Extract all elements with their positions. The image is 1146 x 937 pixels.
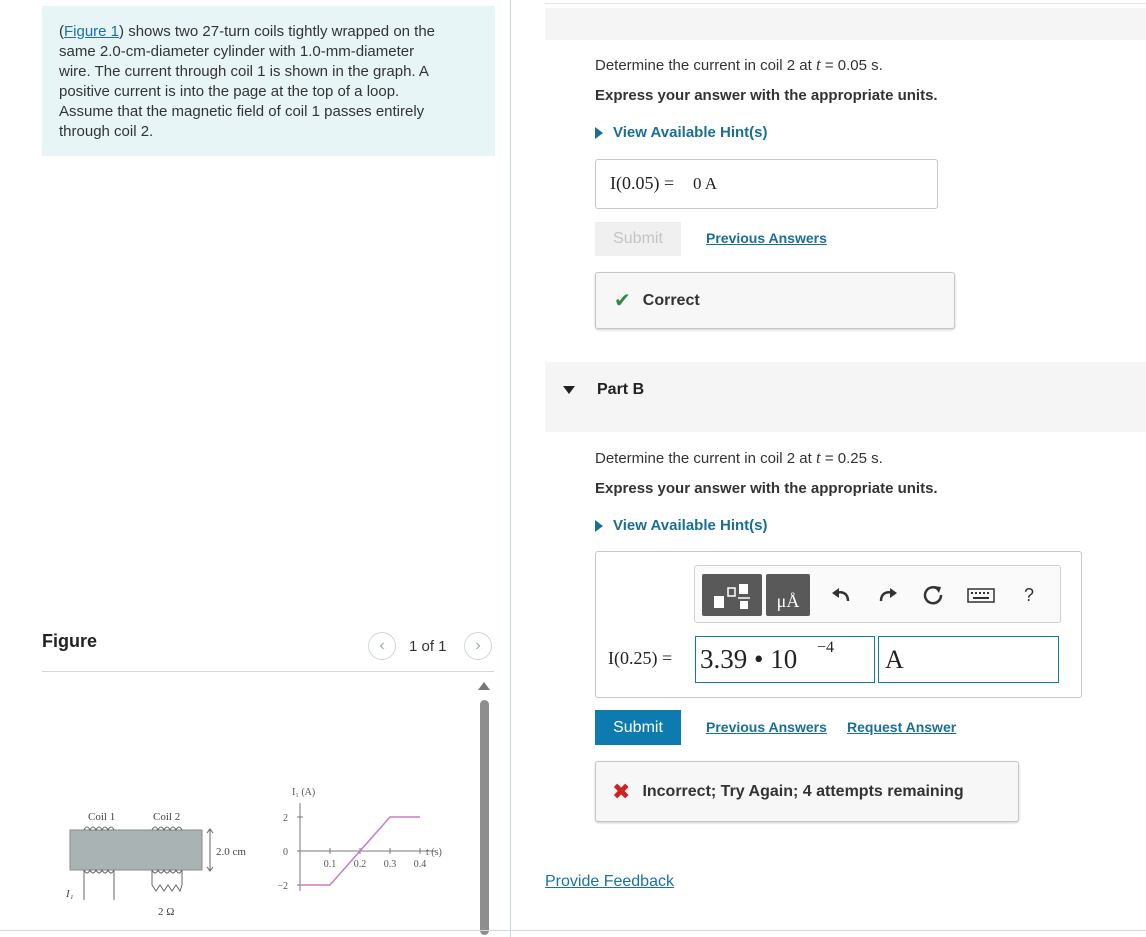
x-tick-label: 0.4 bbox=[414, 859, 427, 870]
pane-divider[interactable] bbox=[510, 0, 511, 937]
part-a-answer-value: 0 A bbox=[693, 174, 718, 193]
problem-line-6: through coil 2. bbox=[59, 123, 154, 140]
part-b-feedback: ✖ Incorrect; Try Again; 4 attempts remai… bbox=[595, 761, 1019, 822]
y-tick-label: −2 bbox=[277, 881, 288, 892]
part-b-hint-link[interactable]: View Available Hint(s) bbox=[595, 517, 768, 534]
resistor-icon bbox=[151, 884, 183, 893]
redo-icon bbox=[879, 588, 897, 602]
graph-xlabel: t (s) bbox=[426, 847, 442, 858]
part-a-feedback-text: Correct bbox=[642, 291, 700, 309]
units-icon: μÅ bbox=[776, 591, 800, 611]
problem-line-5: Assume that the magnetic field of coil 1… bbox=[59, 103, 425, 120]
figure-counter: 1 of 1 bbox=[409, 638, 447, 655]
part-b-value-input[interactable]: 3.39 • 10 −4 bbox=[695, 636, 875, 683]
problem-line-1: ) shows two 27-turn coils tightly wrappe… bbox=[119, 23, 436, 40]
part-a-answer-lhs: I(0.05) = bbox=[610, 173, 675, 193]
part-a-feedback: ✔ Correct bbox=[595, 272, 955, 329]
keyboard-button[interactable] bbox=[965, 579, 997, 611]
scroll-up-arrow-icon[interactable] bbox=[478, 682, 490, 690]
part-b-title: Part B bbox=[597, 381, 645, 398]
part-b-instruction: Express your answer with the appropriate… bbox=[595, 480, 938, 497]
part-b-header[interactable]: Part B bbox=[545, 362, 1146, 432]
request-answer-link[interactable]: Request Answer bbox=[847, 719, 956, 735]
figure-link[interactable]: Figure 1 bbox=[64, 23, 119, 40]
y-tick-label: 2 bbox=[283, 813, 288, 824]
figure-scrollbar[interactable] bbox=[480, 700, 489, 935]
resistor-label: 2 Ω bbox=[158, 906, 174, 918]
templates-icon bbox=[714, 584, 750, 609]
figure-divider bbox=[42, 671, 494, 672]
provide-feedback-link[interactable]: Provide Feedback bbox=[545, 873, 674, 891]
part-b-unit-input[interactable]: A bbox=[878, 636, 1059, 683]
chevron-left-icon: ‹ bbox=[379, 637, 385, 654]
coil2-label: Coil 2 bbox=[153, 811, 180, 823]
coil-figure: Coil 1 Coil 2 2.0 cm 2 Ω I₁ I₁ (A) t (s)… bbox=[65, 787, 442, 918]
help-icon: ? bbox=[1023, 584, 1034, 605]
left-pane: (Figure 1) shows two 27-turn coils tight… bbox=[0, 0, 510, 937]
part-a-submit-button[interactable]: Submit bbox=[595, 222, 681, 256]
top-divider bbox=[545, 3, 1146, 4]
caret-right-icon bbox=[595, 126, 603, 139]
x-tick-label: 0.3 bbox=[384, 859, 397, 870]
templates-button[interactable] bbox=[702, 574, 762, 616]
cylinder bbox=[69, 829, 203, 871]
part-b-answer-lhs: I(0.25) = bbox=[608, 648, 673, 668]
undo-icon bbox=[832, 588, 850, 602]
help-button[interactable]: ? bbox=[1013, 579, 1045, 611]
problem-line-3: wire. The current through coil 1 is show… bbox=[59, 63, 429, 80]
part-b-previous-answers-link[interactable]: Previous Answers bbox=[706, 719, 827, 735]
keyboard-icon bbox=[967, 588, 995, 603]
y-tick-label: 0 bbox=[283, 847, 288, 858]
chevron-right-icon: › bbox=[475, 637, 481, 654]
next-figure-button[interactable]: › bbox=[464, 632, 492, 660]
reset-button[interactable] bbox=[917, 579, 949, 611]
problem-text: (Figure 1) shows two 27-turn coils tight… bbox=[59, 23, 436, 140]
diameter-label: 2.0 cm bbox=[216, 846, 246, 858]
current-label: I₁ bbox=[65, 888, 74, 900]
part-a-hint-link[interactable]: View Available Hint(s) bbox=[595, 124, 768, 141]
redo-button[interactable] bbox=[872, 579, 904, 611]
units-button[interactable]: μÅ bbox=[766, 574, 810, 616]
undo-button[interactable] bbox=[825, 579, 857, 611]
part-a-question: Determine the current in coil 2 at t = 0… bbox=[595, 55, 883, 74]
x-mark-icon: ✖ bbox=[612, 778, 631, 804]
x-tick-label: 0.1 bbox=[324, 859, 337, 870]
x-tick-label: 0.2 bbox=[354, 859, 367, 870]
bottom-divider bbox=[0, 930, 1146, 931]
graph-ylabel: I₁ (A) bbox=[292, 787, 315, 798]
prev-figure-button[interactable]: ‹ bbox=[368, 632, 396, 660]
caret-right-icon bbox=[595, 519, 603, 532]
math-toolbar: μÅ ? bbox=[694, 565, 1061, 623]
problem-line-2: same 2.0-cm-diameter cylinder with 1.0-m… bbox=[59, 43, 415, 60]
part-b-question: Determine the current in coil 2 at t = 0… bbox=[595, 448, 883, 467]
part-a-answer-box: I(0.05) = 0 A bbox=[595, 159, 938, 209]
reset-icon bbox=[923, 586, 943, 605]
checkmark-icon: ✔ bbox=[614, 290, 631, 312]
part-a-instruction: Express your answer with the appropriate… bbox=[595, 87, 938, 104]
coil1-label: Coil 1 bbox=[88, 811, 115, 823]
coil-diagram: Coil 1 Coil 2 2.0 cm 2 Ω I₁ bbox=[65, 811, 246, 918]
figure-heading: Figure bbox=[42, 631, 98, 651]
part-b-feedback-text: Incorrect; Try Again; 4 attempts remaini… bbox=[642, 782, 964, 800]
problem-statement-box: (Figure 1) shows two 27-turn coils tight… bbox=[42, 6, 495, 156]
caret-down-icon bbox=[563, 386, 575, 394]
current-graph: I₁ (A) t (s) 2 0 −2 0.1 0.2 0.3 0.4 bbox=[277, 787, 441, 892]
part-a-previous-answers-link[interactable]: Previous Answers bbox=[706, 230, 827, 246]
part-a-header-band bbox=[545, 8, 1146, 40]
problem-line-4: positive current is into the page at the… bbox=[59, 83, 400, 100]
part-b-submit-button[interactable]: Submit bbox=[595, 710, 681, 745]
